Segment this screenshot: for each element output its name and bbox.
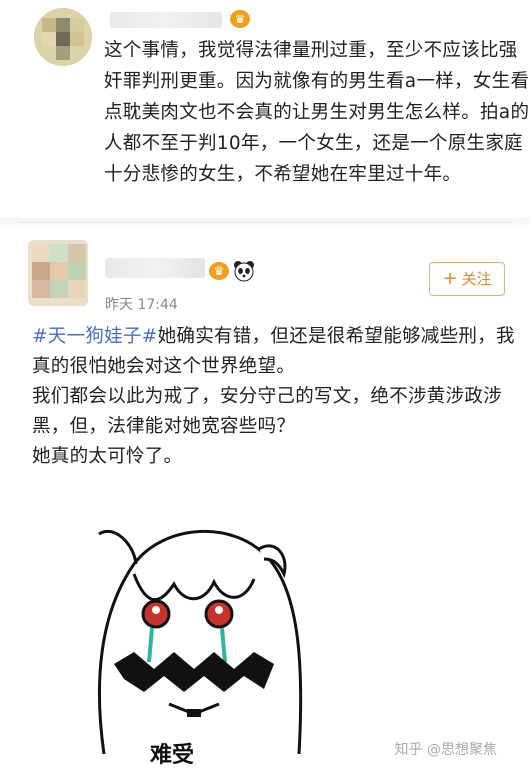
comment-card-1: ♛ 这个事情，我觉得法律量刑过重，至少不应该比强奸罪判刑更重。因为就像有的男生看… — [10, 0, 529, 218]
username-blurred[interactable] — [105, 258, 205, 278]
plus-icon: + — [442, 268, 458, 289]
avatar-blurred[interactable] — [28, 240, 88, 306]
topic-link[interactable]: #天一狗娃子# — [32, 326, 158, 347]
avatar-blurred[interactable] — [34, 8, 92, 66]
comment-text: 这个事情，我觉得法律量刑过重，至少不应该比强奸罪判刑更重。因为就像有的男生看a一… — [104, 40, 530, 185]
post-line-1: #天一狗娃子#她确实有错，但还是很希望能够减些刑，我真的很怕她会对这个世界绝望。 — [32, 322, 522, 382]
separator — [0, 218, 531, 230]
divider — [18, 222, 513, 223]
comment-card-2: ♛ 昨天 17:44 + 关注 #天一狗娃子#她确实有错，但还是很希望能够减些刑，… — [10, 232, 521, 773]
crying-anime-girl-sticker — [97, 529, 303, 754]
crown-icon: ♛ — [230, 10, 250, 28]
post-time: 昨天 17:44 — [105, 297, 178, 313]
post-body: #天一狗娃子#她确实有错，但还是很希望能够减些刑，我真的很怕她会对这个世界绝望。… — [32, 322, 522, 472]
follow-button[interactable]: + 关注 — [429, 262, 505, 296]
follow-label: 关注 — [461, 270, 492, 288]
crown-icon: ♛ — [209, 262, 229, 280]
panda-icon — [234, 261, 254, 282]
post-line-2: 我们都会以此为戒了，安分守己的写文，绝不涉黄涉政涉黑，但，法律能对她宽容些吗？ — [32, 386, 503, 437]
zhihu-watermark: 知乎 @思想聚焦 — [394, 742, 497, 758]
username-blurred[interactable] — [110, 12, 222, 28]
post-line-3: 她真的太可怜了。 — [32, 446, 183, 467]
sticker-caption: 难受 — [150, 743, 195, 768]
